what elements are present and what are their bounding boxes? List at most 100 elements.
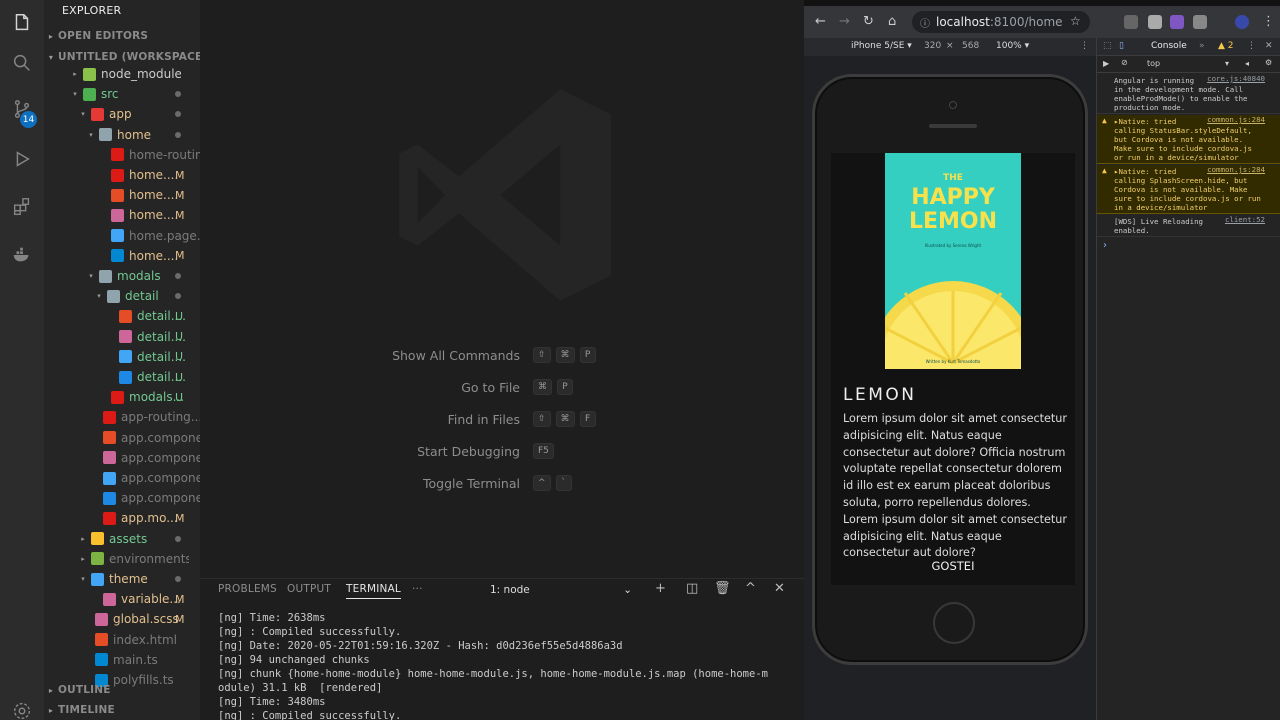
trash-icon[interactable]: 🗑 (714, 581, 731, 596)
console-message[interactable]: Angular is running in the development mo… (1097, 74, 1280, 114)
tree-item[interactable]: main.ts (44, 650, 200, 670)
timeline-section[interactable]: ▸ TIMELINE (44, 704, 115, 716)
search-icon[interactable] (9, 50, 35, 76)
devtools-close-icon[interactable]: ✕ (1265, 41, 1273, 51)
more-tabs-icon[interactable]: » (1199, 41, 1205, 51)
extension-qr-icon[interactable] (1148, 15, 1162, 29)
tree-item[interactable]: app.compone... (44, 448, 200, 468)
chevron-down-icon: ▾ (73, 90, 77, 99)
console-source-link[interactable]: common.js:284 (1207, 115, 1265, 124)
tree-item[interactable]: detail.... U (44, 347, 200, 367)
browser-menu-icon[interactable]: ⋮ (1262, 14, 1275, 29)
welcome-command[interactable]: Toggle Terminal ^ ` (400, 473, 800, 495)
filter-icon[interactable]: ◂ (1245, 59, 1249, 68)
tab-output[interactable]: OUTPUT (287, 583, 331, 595)
tree-item[interactable]: detail.... U (44, 367, 200, 387)
console-source-link[interactable]: client:52 (1225, 215, 1265, 224)
extension-redux-icon[interactable] (1170, 15, 1184, 29)
panel-more-button[interactable]: ··· (412, 583, 423, 595)
extensions-icon[interactable] (9, 194, 35, 220)
welcome-command[interactable]: Go to File ⌘ P (400, 377, 800, 399)
tree-item[interactable]: home.... M (44, 165, 200, 185)
device-toggle-icon[interactable]: ▯ (1119, 41, 1124, 51)
console-message[interactable]: ▲ ▸Native: tried calling SplashScreen.hid… (1097, 165, 1280, 214)
console-message[interactable]: [WDS] Live Reloading enabled. client:52 (1097, 215, 1280, 237)
tree-item[interactable]: app.compone... (44, 468, 200, 488)
tree-item[interactable]: ▸ assets (44, 529, 200, 549)
tree-item[interactable]: ▾ theme (44, 569, 200, 589)
tree-item[interactable]: variable... M (44, 589, 200, 609)
tree-item[interactable]: ▾ home (44, 125, 200, 145)
welcome-command[interactable]: Start Debugging F5 (400, 441, 800, 463)
avatar[interactable] (1235, 15, 1249, 29)
files-icon[interactable] (9, 10, 35, 36)
new-terminal-icon[interactable]: + (655, 581, 666, 596)
device-width[interactable]: 320 (924, 41, 941, 51)
sidebar-toggle-icon[interactable]: ▶ (1103, 59, 1109, 68)
welcome-command[interactable]: Find in Files ⇧ ⌘ F (400, 409, 800, 431)
terminal-line: [ng] : Compiled successfully. (218, 626, 402, 638)
outline-section[interactable]: ▸ OUTLINE (44, 684, 111, 696)
extension-icon[interactable] (1193, 15, 1207, 29)
workspace-section[interactable]: ▾ UNTITLED (WORKSPACE) (44, 51, 200, 63)
console-prompt[interactable]: › (1103, 240, 1107, 251)
tree-item[interactable]: home.... M (44, 185, 200, 205)
close-panel-icon[interactable]: ✕ (774, 581, 785, 596)
tree-item[interactable]: ▸ node_modules (44, 64, 200, 84)
console-message[interactable]: ▲ ▸Native: tried calling StatusBar.styleD… (1097, 115, 1280, 164)
tree-item[interactable]: app-routing.... (44, 407, 200, 427)
tree-item[interactable]: index.html (44, 630, 200, 650)
inspect-icon[interactable]: ⬚ (1103, 41, 1112, 51)
tree-item[interactable]: app.compone... (44, 488, 200, 508)
console-source-link[interactable]: common.js:284 (1207, 165, 1265, 174)
tree-item[interactable]: modals... U (44, 387, 200, 407)
docker-icon[interactable] (9, 242, 35, 268)
tree-item[interactable]: home.... M (44, 246, 200, 266)
home-button[interactable] (933, 602, 975, 644)
tree-item[interactable]: ▸ environments (44, 549, 200, 569)
device-height[interactable]: 568 (962, 41, 979, 51)
warning-count[interactable]: ▲ 2 (1218, 41, 1234, 51)
settings-gear-icon[interactable] (9, 698, 35, 720)
forward-arrow-icon[interactable]: → (839, 14, 850, 29)
tab-problems[interactable]: PROBLEMS (218, 583, 277, 595)
tree-item[interactable]: detail.... U (44, 306, 200, 326)
address-bar[interactable]: ⓘ localhost:8100/home (912, 11, 1090, 33)
tab-terminal[interactable]: TERMINAL (346, 583, 401, 599)
tree-item[interactable]: ▾ src (44, 84, 200, 104)
tree-item[interactable]: home.page.... (44, 226, 200, 246)
terminal-output[interactable]: [ng] Time: 2638ms [ng] : Compiled success… (218, 611, 768, 720)
clear-console-icon[interactable]: ⊘ (1121, 58, 1128, 67)
context-select[interactable]: top (1147, 59, 1160, 68)
terminal-select[interactable]: 1: node ⌄ (490, 581, 636, 599)
split-terminal-icon[interactable]: ◫ (686, 581, 698, 596)
book-cover-image[interactable]: THE HAPPY LEMON Illustrated by Serena Wr… (885, 153, 1021, 369)
run-debug-icon[interactable] (9, 146, 35, 172)
reload-icon[interactable]: ↻ (863, 14, 874, 29)
tab-console[interactable]: Console (1151, 41, 1187, 51)
context-dropdown-icon[interactable]: ▾ (1225, 59, 1229, 68)
back-arrow-icon[interactable]: ← (815, 14, 826, 29)
extension-camera-icon[interactable] (1124, 15, 1138, 29)
device-select[interactable]: iPhone 5/SE ▾ (851, 41, 912, 51)
device-menu-icon[interactable]: ⋮ (1080, 41, 1089, 51)
tree-item[interactable]: global.scss M (44, 609, 200, 629)
tree-item[interactable]: ▾ detail (44, 286, 200, 306)
bookmark-star-icon[interactable]: ☆ (1070, 14, 1081, 28)
tree-item[interactable]: app.compone... (44, 428, 200, 448)
tree-item[interactable]: ▾ app (44, 104, 200, 124)
devtools-menu-icon[interactable]: ⋮ (1247, 41, 1256, 51)
open-editors-section[interactable]: ▸ OPEN EDITORS (44, 30, 148, 42)
maximize-panel-icon[interactable]: ^ (745, 581, 756, 596)
welcome-command[interactable]: Show All Commands ⇧ ⌘ P (392, 345, 800, 367)
tree-item[interactable]: home.... M (44, 205, 200, 225)
tree-item[interactable]: detail.... U (44, 327, 200, 347)
like-button[interactable]: GOSTEI (831, 559, 1075, 573)
zoom-select[interactable]: 100% ▾ (996, 41, 1029, 51)
console-source-link[interactable]: core.js:40840 (1207, 74, 1265, 83)
tree-item[interactable]: ▾ modals (44, 266, 200, 286)
home-icon[interactable]: ⌂ (888, 14, 896, 29)
tree-item[interactable]: app.mo... M (44, 508, 200, 528)
console-settings-icon[interactable]: ⚙ (1265, 58, 1272, 67)
tree-item[interactable]: home-routin... (44, 145, 200, 165)
